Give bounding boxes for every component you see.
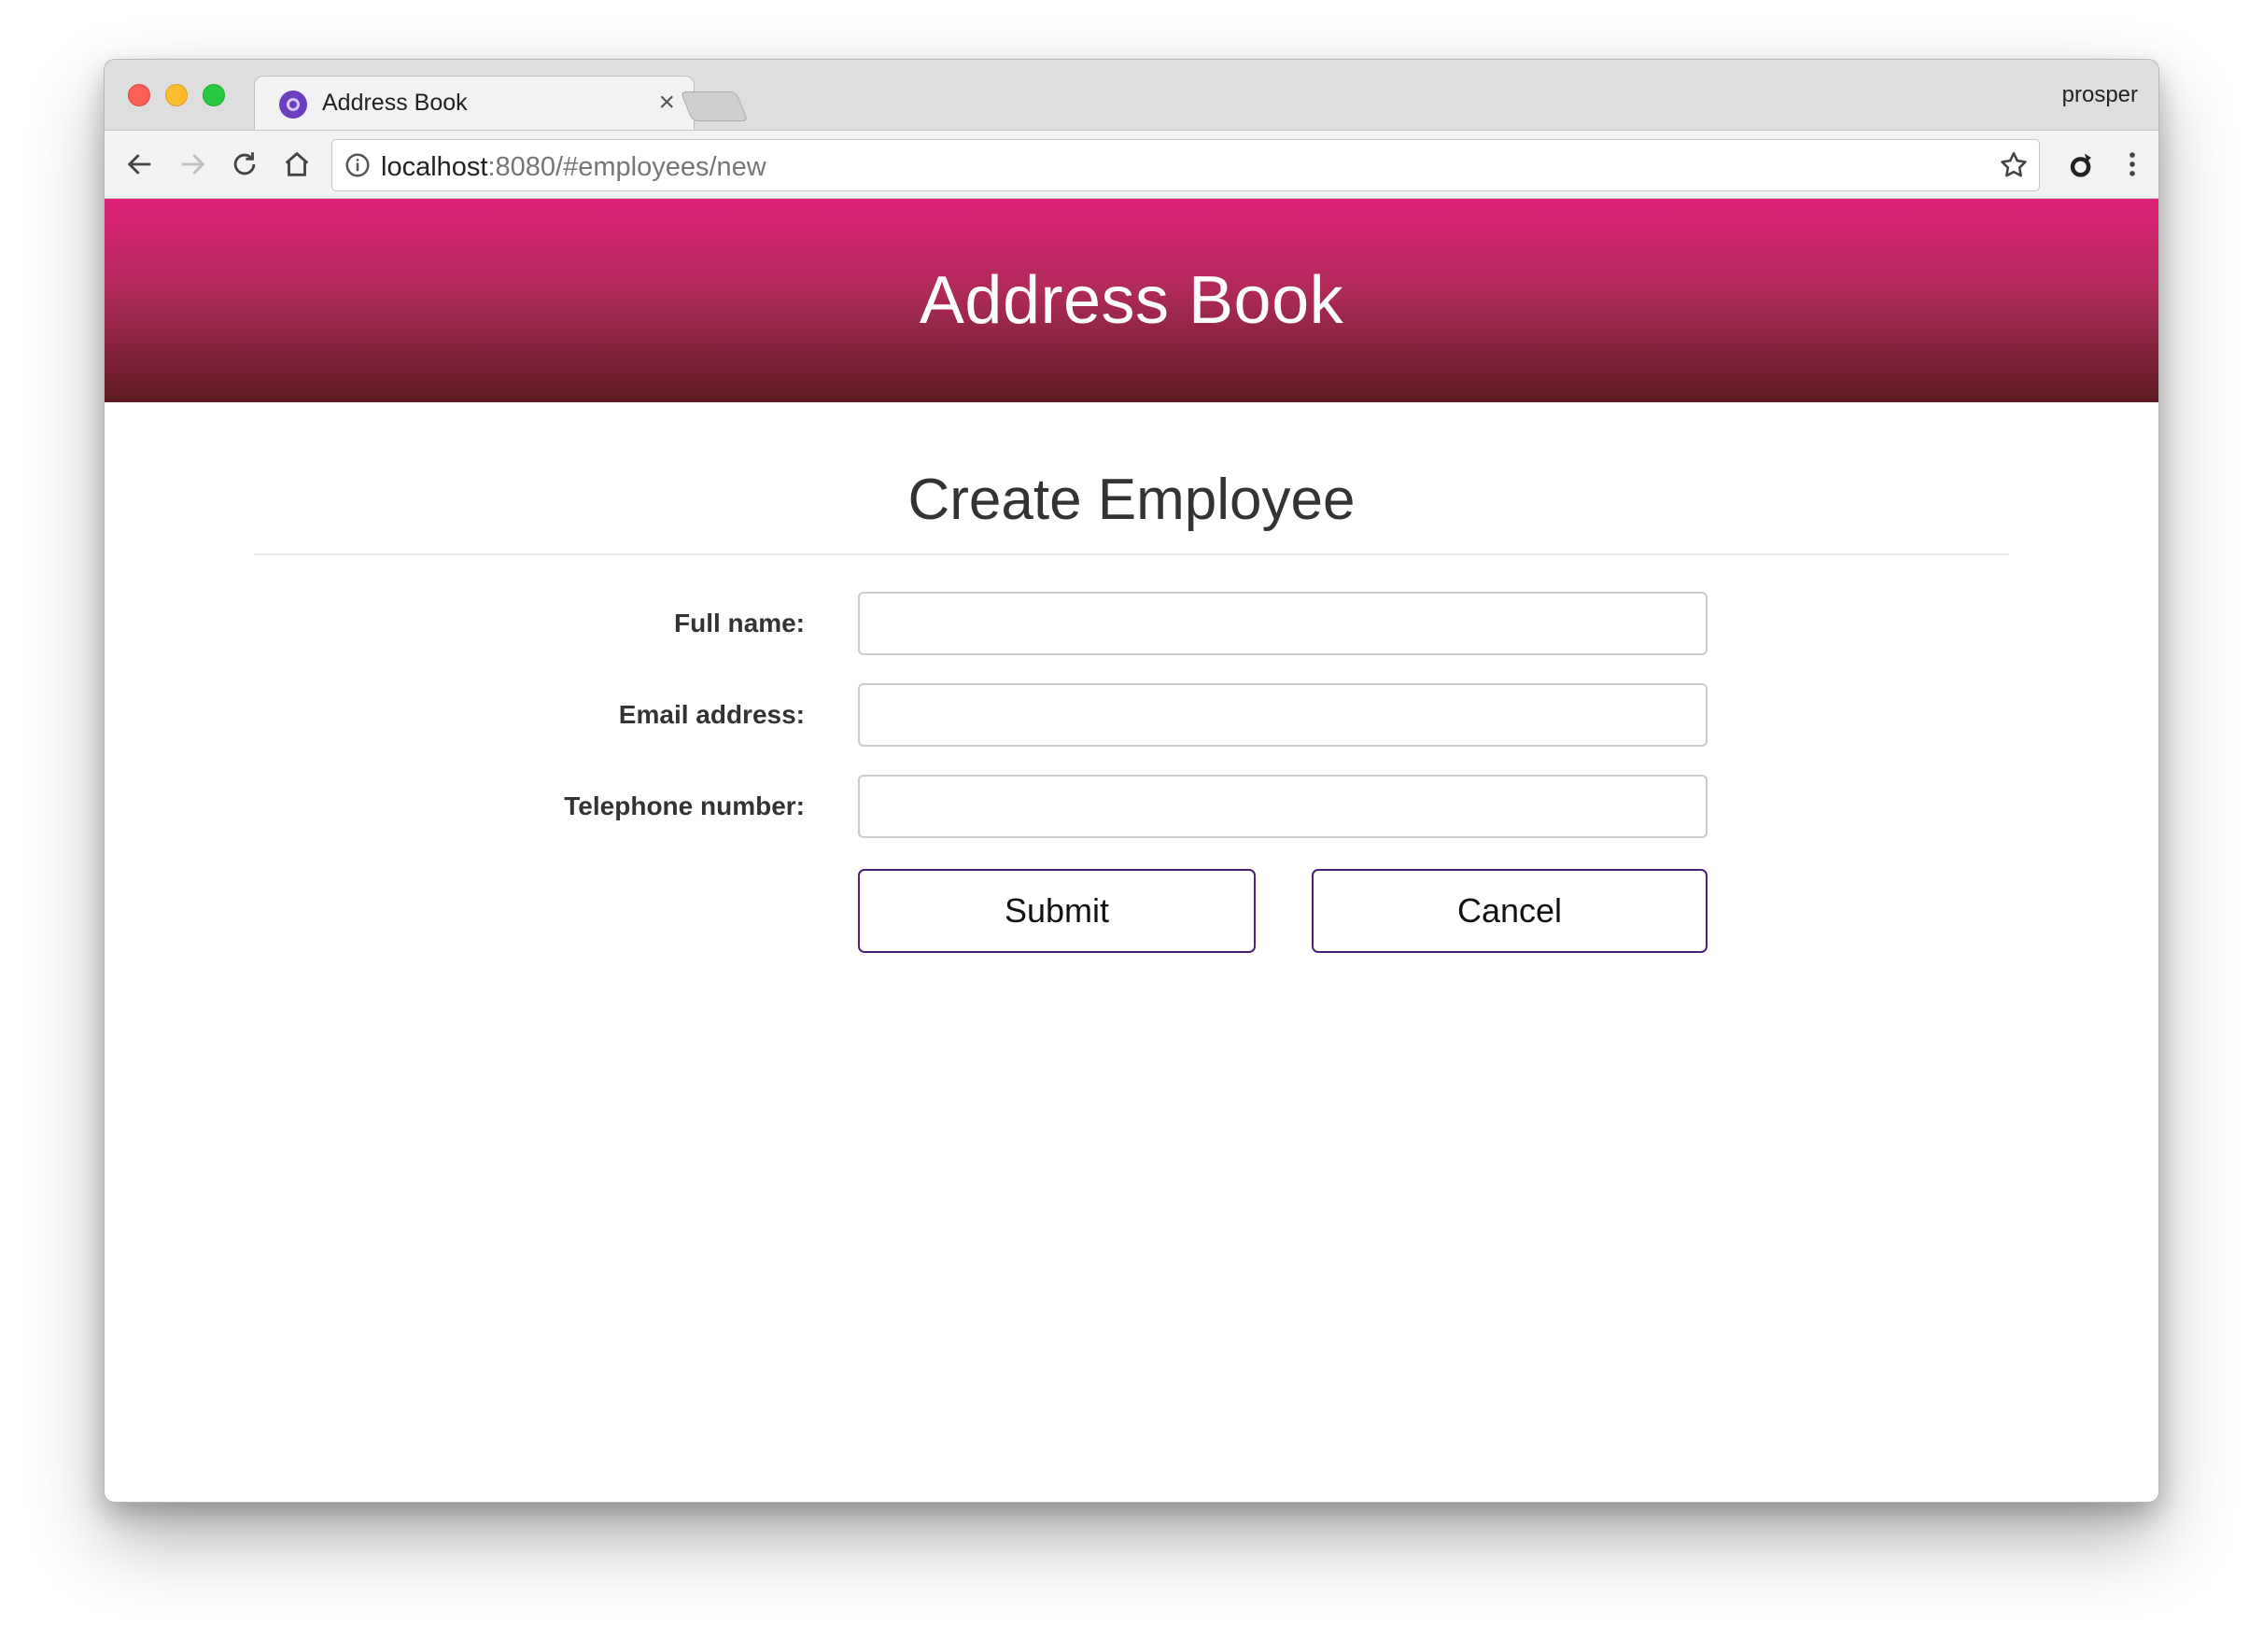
full-name-label: Full name:: [673, 609, 805, 637]
tab-close-icon[interactable]: ×: [658, 86, 675, 119]
back-icon[interactable]: [119, 144, 161, 185]
url-host: localhost: [381, 152, 488, 182]
cancel-button[interactable]: Cancel: [1312, 869, 1708, 953]
full-name-input[interactable]: [858, 592, 1708, 655]
info-icon[interactable]: [344, 151, 372, 179]
tab-title: Address Book: [322, 90, 468, 116]
submit-button[interactable]: Submit: [858, 869, 1256, 953]
telephone-label: Telephone number:: [564, 791, 805, 820]
tab-strip: Address Book × prosper: [105, 60, 2158, 132]
home-icon[interactable]: [276, 144, 317, 185]
browser-toolbar: localhost:8080/#employees/new: [105, 130, 2158, 199]
full-name-row: Full name:: [105, 592, 2158, 655]
url-path: :8080/#employees/new: [487, 152, 766, 182]
browser-window: Address Book × prosper localhost:8080/#e…: [104, 59, 2159, 1503]
app-header-banner: Address Book: [105, 199, 2158, 402]
window-close-button[interactable]: [128, 84, 150, 106]
reload-icon[interactable]: [224, 144, 265, 185]
new-tab-button[interactable]: [680, 91, 749, 121]
email-label: Email address:: [618, 700, 805, 729]
address-bar[interactable]: localhost:8080/#employees/new: [331, 139, 2040, 191]
window-minimize-button[interactable]: [165, 84, 188, 106]
telephone-input[interactable]: [858, 775, 1708, 838]
browser-tab[interactable]: Address Book ×: [254, 76, 695, 132]
email-input[interactable]: [858, 683, 1708, 747]
email-row: Email address:: [105, 683, 2158, 747]
telephone-row: Telephone number:: [105, 775, 2158, 838]
app-title: Address Book: [919, 263, 1344, 338]
window-maximize-button[interactable]: [203, 84, 225, 106]
profile-name[interactable]: prosper: [2062, 82, 2138, 108]
app-favicon-icon: [279, 91, 307, 119]
url-text[interactable]: localhost:8080/#employees/new: [381, 152, 766, 183]
extension-icon[interactable]: [2061, 144, 2102, 185]
menu-dots-icon[interactable]: [2112, 144, 2153, 185]
forward-icon[interactable]: [172, 144, 213, 185]
star-icon[interactable]: [1998, 149, 2030, 181]
page-title: Create Employee: [907, 468, 1356, 532]
divider: [254, 553, 2009, 555]
page-content: Address Book Create Employee Full name: …: [105, 199, 2158, 1502]
